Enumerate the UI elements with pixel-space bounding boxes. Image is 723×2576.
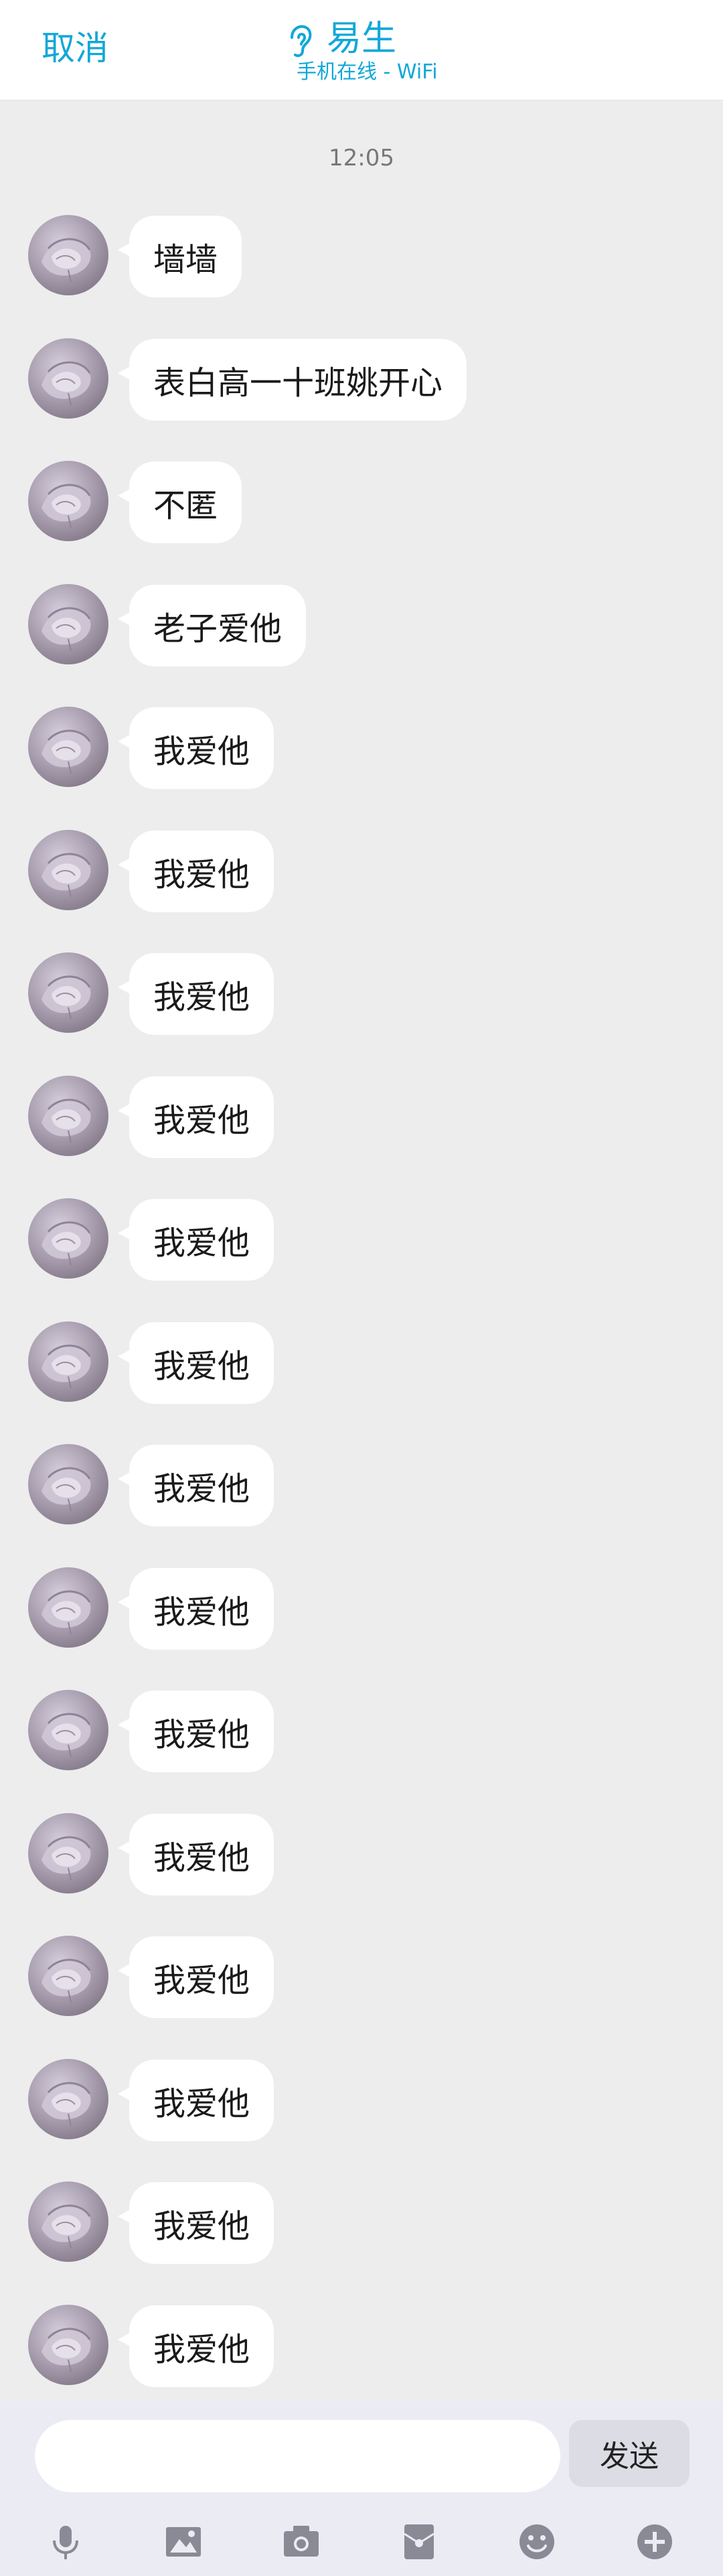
avatar[interactable] <box>28 829 108 910</box>
input-toolbar <box>0 2508 723 2575</box>
camera-icon[interactable] <box>280 2520 323 2563</box>
plus-icon[interactable] <box>633 2520 676 2563</box>
message-row: 我爱他 <box>0 1566 723 1653</box>
avatar[interactable] <box>28 1690 108 1770</box>
message-row: 我爱他 <box>0 2303 723 2390</box>
message-bubble[interactable]: 我爱他 <box>129 1813 274 1895</box>
avatar[interactable] <box>28 1321 108 1402</box>
message-bubble[interactable]: 我爱他 <box>129 1936 274 2018</box>
message-bubble[interactable]: 我爱他 <box>129 2182 274 2264</box>
message-row: 表白高一十班姚开心 <box>0 337 723 424</box>
message-bubble[interactable]: 我爱他 <box>129 2305 274 2387</box>
message-bubble[interactable]: 我爱他 <box>129 1321 274 1404</box>
avatar[interactable] <box>28 215 108 295</box>
message-bubble[interactable]: 表白高一十班姚开心 <box>129 338 467 421</box>
message-bubble[interactable]: 我爱他 <box>129 2059 274 2141</box>
avatar[interactable] <box>28 1075 108 1156</box>
message-bubble[interactable]: 我爱他 <box>129 1567 274 1650</box>
avatar[interactable] <box>28 1567 108 1648</box>
send-button[interactable]: 发送 <box>569 2420 690 2487</box>
ear-icon <box>287 24 315 59</box>
message-bubble[interactable]: 我爱他 <box>129 707 274 789</box>
message-bubble[interactable]: 我爱他 <box>129 953 274 1035</box>
message-row: 我爱他 <box>0 829 723 916</box>
message-row: 我爱他 <box>0 1689 723 1776</box>
message-bubble[interactable]: 老子爱他 <box>129 584 307 666</box>
message-timestamp: 12:05 <box>329 145 394 171</box>
emoji-icon[interactable] <box>515 2520 558 2563</box>
avatar[interactable] <box>28 707 108 787</box>
message-row: 我爱他 <box>0 705 723 792</box>
avatar[interactable] <box>28 2058 108 2139</box>
message-list[interactable]: 12:05 墙墙 表白高一十班姚开心 不匿 老子爱他 我爱他 我爱他 我爱他 我爱他 我爱他 我爱… <box>0 101 723 2401</box>
microphone-icon[interactable] <box>44 2520 87 2563</box>
message-row: 我爱他 <box>0 1320 723 1407</box>
message-row: 我爱他 <box>0 1074 723 1161</box>
contact-status: 手机在线 - WiFi <box>297 60 438 84</box>
avatar[interactable] <box>28 583 108 664</box>
message-row: 我爱他 <box>0 1812 723 1899</box>
message-bubble[interactable]: 我爱他 <box>129 1691 274 1772</box>
avatar[interactable] <box>28 1812 108 1893</box>
avatar[interactable] <box>28 2181 108 2262</box>
avatar[interactable] <box>28 952 108 1033</box>
message-bubble[interactable]: 我爱他 <box>129 1199 274 1281</box>
avatar[interactable] <box>28 461 108 541</box>
message-row: 我爱他 <box>0 2180 723 2267</box>
message-row: 我爱他 <box>0 1934 723 2021</box>
message-row: 不匿 <box>0 459 723 547</box>
message-bubble[interactable]: 我爱他 <box>129 1076 274 1158</box>
message-bubble[interactable]: 墙墙 <box>129 216 242 297</box>
red-packet-icon[interactable] <box>398 2520 440 2563</box>
input-area: 发送 <box>0 2401 723 2576</box>
chat-header: 取消 易生 手机在线 - WiFi <box>0 0 723 100</box>
avatar[interactable] <box>28 1936 108 2016</box>
message-row: 我爱他 <box>0 1443 723 1530</box>
message-row: 墙墙 <box>0 214 723 301</box>
contact-name: 易生 <box>327 19 397 59</box>
cancel-button[interactable]: 取消 <box>42 28 108 68</box>
avatar[interactable] <box>28 1444 108 1524</box>
avatar[interactable] <box>28 1198 108 1279</box>
message-row: 我爱他 <box>0 951 723 1038</box>
image-icon[interactable] <box>162 2520 205 2563</box>
message-row: 我爱他 <box>0 1197 723 1284</box>
message-row: 我爱他 <box>0 2058 723 2145</box>
message-bubble[interactable]: 我爱他 <box>129 830 274 912</box>
message-input[interactable] <box>35 2420 560 2492</box>
message-bubble[interactable]: 不匿 <box>129 461 242 543</box>
message-row: 老子爱他 <box>0 583 723 670</box>
avatar[interactable] <box>28 338 108 419</box>
message-bubble[interactable]: 我爱他 <box>129 1445 274 1526</box>
avatar[interactable] <box>28 2304 108 2385</box>
